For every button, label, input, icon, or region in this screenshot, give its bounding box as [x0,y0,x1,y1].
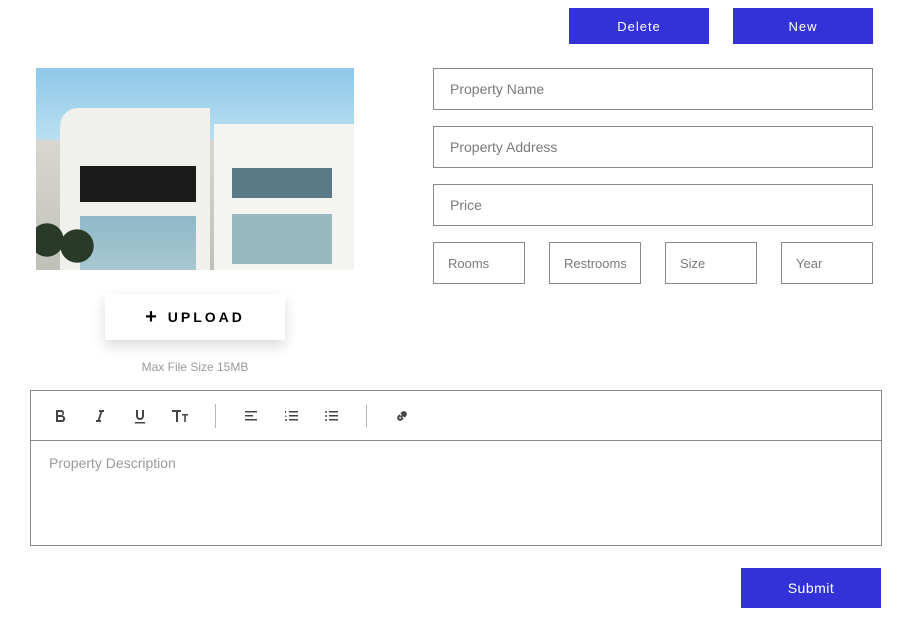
file-size-hint: Max File Size 15MB [36,360,354,374]
submit-button[interactable]: Submit [741,568,881,608]
align-icon[interactable] [240,405,262,427]
underline-icon[interactable] [129,405,151,427]
textstyle-icon[interactable] [169,405,191,427]
ordered-list-icon[interactable] [280,405,302,427]
bold-icon[interactable] [49,405,71,427]
link-icon[interactable] [391,405,413,427]
delete-button[interactable]: Delete [569,8,709,44]
new-button[interactable]: New [733,8,873,44]
italic-icon[interactable] [89,405,111,427]
property-name-input[interactable] [433,68,873,110]
property-address-input[interactable] [433,126,873,168]
toolbar-separator [215,404,216,428]
upload-label: UPLOAD [168,309,245,325]
rooms-input[interactable] [433,242,525,284]
restrooms-input[interactable] [549,242,641,284]
price-input[interactable] [433,184,873,226]
editor-toolbar [31,391,881,441]
property-image [36,68,354,270]
description-editor: Property Description [30,390,882,546]
year-input[interactable] [781,242,873,284]
size-input[interactable] [665,242,757,284]
description-textarea[interactable]: Property Description [31,441,881,545]
plus-icon: + [145,306,160,329]
upload-button[interactable]: + UPLOAD [105,294,285,340]
unordered-list-icon[interactable] [320,405,342,427]
toolbar-separator [366,404,367,428]
